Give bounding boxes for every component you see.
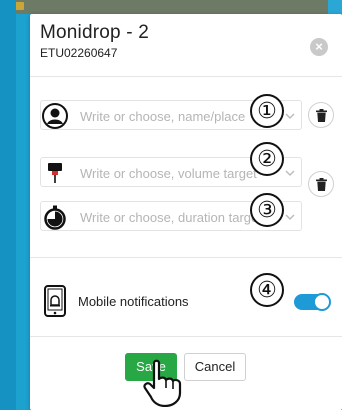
mobile-notifications-label: Mobile notifications xyxy=(78,294,189,309)
mobile-bell-icon xyxy=(44,285,66,317)
toggle-knob[interactable] xyxy=(313,293,331,311)
close-button[interactable]: × xyxy=(310,38,328,56)
chevron-down-icon[interactable] xyxy=(285,168,295,178)
duration-row: Write or choose, duration target xyxy=(40,201,332,231)
backdrop-toolbar xyxy=(0,0,342,14)
targets-divider xyxy=(30,257,342,258)
mobile-notifications-row: Mobile notifications xyxy=(40,284,332,318)
cancel-button[interactable]: Cancel xyxy=(184,353,246,381)
footer-divider xyxy=(30,336,342,337)
stopwatch-icon xyxy=(44,205,66,230)
header-divider xyxy=(30,76,342,77)
patient-row: Write or choose, name/place xyxy=(40,100,334,130)
modal-title: Monidrop - 2 xyxy=(40,22,150,43)
modal-subtitle: ETU02260647 xyxy=(40,46,118,60)
delete-target-button[interactable] xyxy=(308,171,334,197)
backdrop-left xyxy=(0,0,16,410)
modal-header: Monidrop - 2 ETU02260647 × xyxy=(40,22,330,72)
drip-bag-icon xyxy=(48,163,62,183)
annotation-badge-4: ④ xyxy=(250,273,284,307)
monidrop-modal: Monidrop - 2 ETU02260647 × Write or choo… xyxy=(30,14,342,410)
annotation-badge-2: ② xyxy=(250,142,284,176)
pointing-hand-icon xyxy=(143,359,182,407)
trash-icon xyxy=(316,109,327,122)
chevron-down-icon[interactable] xyxy=(285,111,295,121)
delete-patient-button[interactable] xyxy=(308,102,334,128)
annotation-badge-3: ③ xyxy=(250,193,284,227)
volume-row: Write or choose, volume target xyxy=(40,157,332,187)
chevron-down-icon[interactable] xyxy=(285,212,295,222)
trash-icon xyxy=(316,178,327,191)
user-circle-icon xyxy=(42,103,68,129)
mobile-notifications-toggle[interactable] xyxy=(294,293,331,311)
annotation-badge-1: ① xyxy=(250,94,284,128)
